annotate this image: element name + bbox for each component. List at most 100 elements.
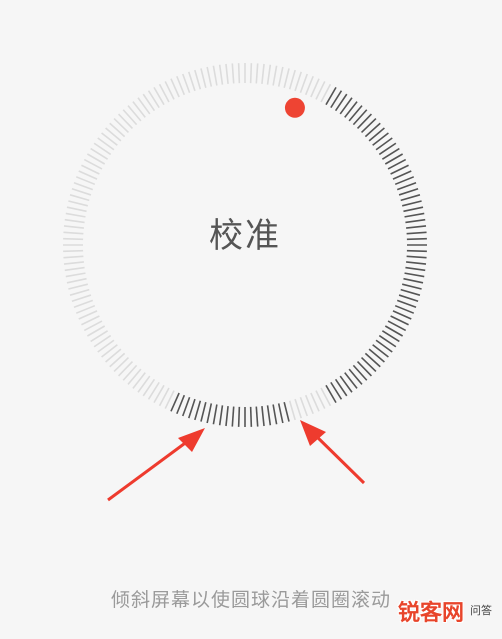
tick-active [360, 117, 377, 134]
tick [299, 73, 309, 94]
tick [277, 66, 284, 87]
tick-active [398, 294, 419, 303]
tick [64, 266, 85, 272]
tick [71, 294, 92, 303]
tick-active [352, 109, 368, 126]
tick [127, 368, 142, 385]
tick [68, 283, 89, 290]
tick-active [231, 406, 235, 427]
tick-active [398, 187, 419, 196]
tick-active [348, 105, 363, 122]
tick [68, 200, 89, 207]
watermark-logo: 锐客网 [397, 601, 464, 626]
tick-active [396, 181, 417, 191]
tick-active [218, 405, 224, 426]
tick [225, 63, 229, 84]
tick-active [368, 348, 385, 363]
tick-active [400, 194, 421, 202]
tick-active [352, 364, 368, 381]
tick-active [403, 206, 424, 213]
tick [63, 231, 84, 235]
tick-active [405, 266, 426, 272]
tick-active [356, 360, 373, 377]
tick [71, 187, 92, 196]
dial-center-label: 校准 [209, 216, 281, 256]
tick [66, 277, 87, 284]
tick [299, 396, 309, 417]
tick [187, 71, 196, 92]
tick-active [194, 400, 202, 421]
tick [261, 63, 265, 84]
watermark-sub: 问答 [470, 604, 492, 617]
tick-active [283, 401, 290, 422]
tick [294, 398, 303, 419]
tick [63, 237, 84, 241]
tick [249, 63, 253, 84]
tick [75, 304, 96, 314]
tick-active [225, 406, 229, 427]
tick [65, 212, 86, 218]
tick-active [237, 406, 241, 427]
tick [73, 299, 94, 309]
tick [63, 225, 84, 229]
tick [200, 68, 207, 89]
arrow-right-icon [300, 420, 366, 485]
tick-active [406, 255, 427, 259]
tick-active [406, 261, 427, 265]
tick-active [360, 356, 377, 373]
calibration-dial [63, 63, 427, 502]
tick [122, 364, 138, 381]
tick [63, 261, 84, 265]
tick-active [406, 225, 427, 229]
tick [212, 65, 218, 86]
tick-active [406, 237, 427, 241]
tick-active [356, 113, 373, 130]
tick-active [404, 272, 425, 278]
tick [304, 394, 314, 415]
calibration-ball [284, 97, 305, 118]
watermark: 锐客网 问答 [398, 595, 492, 627]
tick [127, 105, 142, 122]
tick-active [181, 396, 191, 417]
tick [73, 181, 94, 191]
tick-active [249, 406, 253, 427]
tick [122, 109, 138, 126]
tick [288, 400, 296, 421]
tick-active [212, 404, 218, 425]
tick-active [401, 200, 422, 207]
tick [105, 127, 122, 142]
tick [66, 206, 87, 213]
tick-active [406, 231, 427, 235]
tick [206, 66, 213, 87]
tick [266, 64, 272, 85]
tick [109, 122, 126, 138]
tick [65, 272, 86, 278]
tick [304, 75, 314, 96]
tick [294, 71, 303, 92]
tick [109, 352, 126, 368]
tick [218, 64, 224, 85]
tick [113, 117, 130, 134]
tick [117, 113, 134, 130]
tick-active [364, 352, 381, 368]
tick [63, 255, 84, 259]
tick [181, 73, 191, 94]
tick [75, 176, 96, 186]
tick-active [403, 277, 424, 284]
tick-active [406, 249, 427, 253]
tick-active [200, 401, 207, 422]
tick-active [400, 288, 421, 296]
tick [69, 194, 90, 202]
tick [63, 249, 84, 253]
tick [113, 356, 130, 373]
tick-active [261, 406, 265, 427]
tick-active [394, 176, 415, 186]
tick [272, 65, 278, 86]
tick-active [255, 406, 259, 427]
tick-active [364, 122, 381, 138]
tick [255, 63, 259, 84]
tick-active [405, 218, 426, 224]
tick [176, 75, 186, 96]
tick-active [368, 127, 385, 142]
arrow-left-icon [107, 428, 205, 502]
